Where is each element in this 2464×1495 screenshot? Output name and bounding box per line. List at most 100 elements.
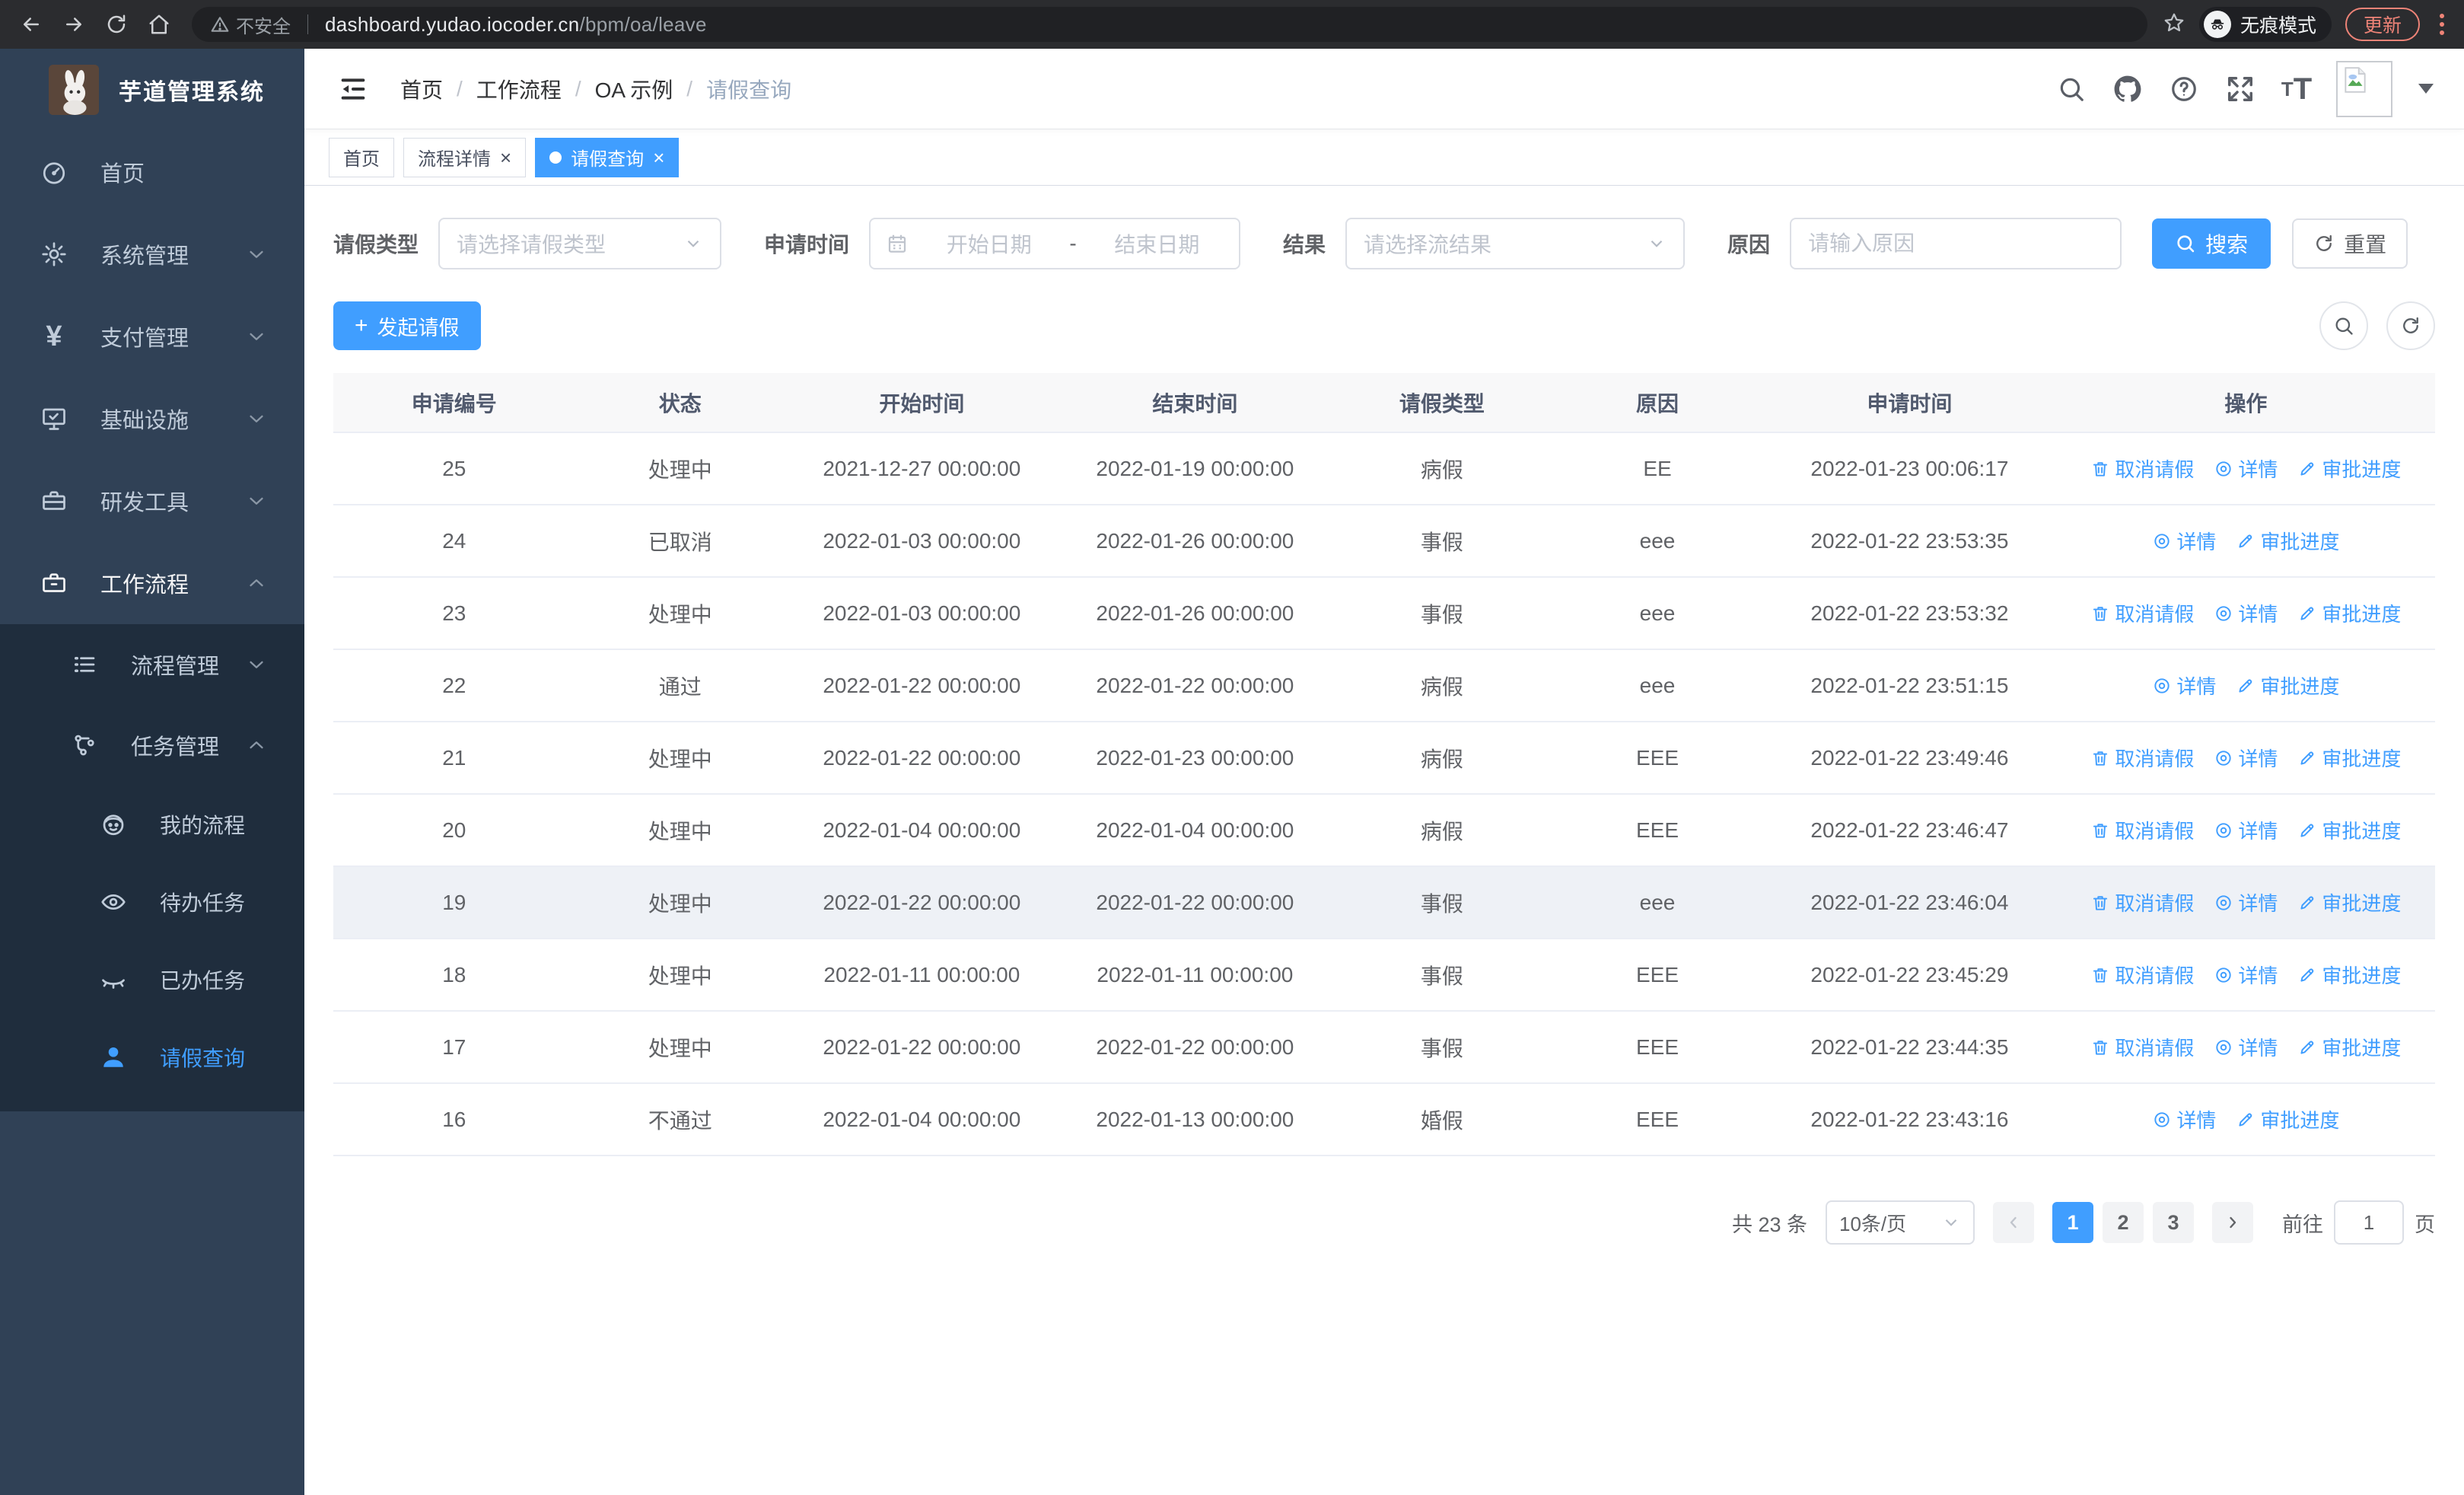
- result-label: 结果: [1283, 233, 1326, 257]
- detail-action-link[interactable]: 详情: [2214, 961, 2278, 989]
- reason-input[interactable]: [1808, 231, 2104, 256]
- sidebar-item-my-process[interactable]: 我的流程: [0, 786, 304, 863]
- detail-action-link[interactable]: 详情: [2214, 1033, 2278, 1061]
- cancel-action-link[interactable]: 取消请假: [2090, 961, 2194, 989]
- sidebar-item-system[interactable]: 系统管理: [0, 213, 304, 295]
- action-label: 审批进度: [2322, 892, 2402, 915]
- breadcrumb-item[interactable]: 首页: [400, 74, 443, 104]
- cancel-action-link[interactable]: 取消请假: [2090, 744, 2194, 772]
- sidebar-item-label: 请假查询: [160, 1047, 246, 1070]
- sidebar-item-done-task[interactable]: 已办任务: [0, 941, 304, 1018]
- progress-action-link[interactable]: 审批进度: [2297, 961, 2401, 989]
- toggle-search-button[interactable]: [2319, 301, 2368, 350]
- sidebar-toggle-icon[interactable]: [338, 72, 371, 106]
- create-leave-button[interactable]: + 发起请假: [333, 301, 481, 350]
- reset-button[interactable]: 重置: [2292, 218, 2408, 269]
- browser-forward-icon[interactable]: [56, 7, 91, 42]
- fullscreen-icon[interactable]: [2224, 72, 2257, 106]
- browser-home-icon[interactable]: [142, 7, 177, 42]
- font-size-icon[interactable]: TT: [2280, 72, 2313, 106]
- browser-update-button[interactable]: 更新: [2345, 8, 2420, 41]
- progress-action-link[interactable]: 审批进度: [2297, 1033, 2401, 1061]
- sidebar-item-workflow[interactable]: 工作流程: [0, 542, 304, 624]
- cell-type: 婚假: [1331, 1083, 1552, 1156]
- progress-action-link[interactable]: 审批进度: [2236, 527, 2339, 555]
- detail-action-link[interactable]: 详情: [2214, 888, 2278, 916]
- progress-action-link[interactable]: 审批进度: [2297, 599, 2401, 627]
- avatar-caret-icon[interactable]: [2418, 84, 2434, 94]
- next-page-button[interactable]: [2212, 1202, 2253, 1243]
- breadcrumb-item[interactable]: 工作流程: [476, 74, 562, 104]
- cell-status: 处理中: [575, 577, 785, 650]
- cell-start: 2022-01-03 00:00:00: [785, 505, 1059, 578]
- progress-action-link[interactable]: 审批进度: [2236, 671, 2339, 700]
- tab-流程详情[interactable]: 流程详情 ×: [403, 137, 527, 177]
- result-select[interactable]: 请选择流结果: [1345, 218, 1686, 269]
- column-header: 操作: [2056, 373, 2435, 433]
- action-label: 取消请假: [2115, 820, 2195, 843]
- progress-action-link[interactable]: 审批进度: [2297, 816, 2401, 844]
- security-warning[interactable]: 不安全: [210, 11, 291, 38]
- detail-action-link[interactable]: 详情: [2214, 744, 2278, 772]
- app-logo-row[interactable]: 芋道管理系统: [0, 49, 304, 131]
- cancel-action-link[interactable]: 取消请假: [2090, 599, 2194, 627]
- cell-apply_time: 2022-01-22 23:46:04: [1762, 866, 2057, 939]
- header-search-icon[interactable]: [2055, 72, 2088, 106]
- breadcrumb-item[interactable]: OA 示例: [595, 74, 673, 104]
- cell-reason: eee: [1552, 505, 1763, 578]
- browser-menu-icon[interactable]: [2434, 14, 2450, 35]
- cancel-action-link[interactable]: 取消请假: [2090, 816, 2194, 844]
- page-size-select[interactable]: 10条/页: [1826, 1200, 1975, 1245]
- sidebar-item-payment[interactable]: ¥ 支付管理: [0, 295, 304, 378]
- page-button-1[interactable]: 1: [2052, 1202, 2093, 1243]
- sidebar-item-task-mgmt[interactable]: 任务管理: [0, 705, 304, 786]
- sidebar-item-infra[interactable]: 基础设施: [0, 378, 304, 460]
- help-icon[interactable]: [2167, 72, 2201, 106]
- bookmark-star-icon[interactable]: [2163, 11, 2185, 38]
- apply-time-range[interactable]: 开始日期 - 结束日期: [869, 218, 1241, 269]
- sidebar-item-label: 我的流程: [160, 814, 246, 837]
- cell-reason: eee: [1552, 866, 1763, 939]
- cell-status: 已取消: [575, 505, 785, 578]
- tab-首页[interactable]: 首页: [329, 137, 394, 177]
- cancel-action-link[interactable]: 取消请假: [2090, 454, 2194, 483]
- cancel-action-link[interactable]: 取消请假: [2090, 888, 2194, 916]
- page-button-3[interactable]: 3: [2153, 1202, 2194, 1243]
- progress-action-link[interactable]: 审批进度: [2236, 1105, 2339, 1133]
- avatar[interactable]: [2336, 60, 2392, 117]
- progress-action-link[interactable]: 审批进度: [2297, 454, 2401, 483]
- detail-action-link[interactable]: 详情: [2214, 454, 2278, 483]
- goto-page-input[interactable]: [2334, 1200, 2404, 1245]
- sidebar-item-devtools[interactable]: 研发工具: [0, 460, 304, 542]
- leave-type-select[interactable]: 请选择请假类型: [438, 218, 722, 269]
- detail-action-link[interactable]: 详情: [2152, 527, 2216, 555]
- chevron-down-icon: [1941, 1213, 1961, 1232]
- refresh-table-button[interactable]: [2386, 301, 2435, 350]
- cell-type: 事假: [1331, 577, 1552, 650]
- page-button-2[interactable]: 2: [2103, 1202, 2144, 1243]
- progress-action-link[interactable]: 审批进度: [2297, 744, 2401, 772]
- close-icon[interactable]: ×: [653, 148, 664, 167]
- view-icon: [2152, 531, 2172, 551]
- prev-page-button[interactable]: [1993, 1202, 2034, 1243]
- progress-action-link[interactable]: 审批进度: [2297, 888, 2401, 916]
- cell-actions: 取消请假 详情 审批进度: [2056, 939, 2435, 1012]
- detail-action-link[interactable]: 详情: [2152, 1105, 2216, 1133]
- sidebar-item-leave-query[interactable]: 请假查询: [0, 1018, 304, 1096]
- address-bar[interactable]: 不安全 dashboard.yudao.iocoder.cn/bpm/oa/le…: [192, 7, 2147, 42]
- pagination-total: 共 23 条: [1731, 1213, 1807, 1236]
- close-icon[interactable]: ×: [500, 148, 511, 167]
- sidebar-item-home[interactable]: 首页: [0, 131, 304, 213]
- cancel-action-link[interactable]: 取消请假: [2090, 1033, 2194, 1061]
- detail-action-link[interactable]: 详情: [2214, 599, 2278, 627]
- tab-请假查询[interactable]: 请假查询 ×: [535, 137, 680, 177]
- search-button[interactable]: 搜索: [2152, 218, 2271, 269]
- browser-reload-icon[interactable]: [99, 7, 134, 42]
- github-icon[interactable]: [2111, 72, 2144, 106]
- detail-action-link[interactable]: 详情: [2214, 816, 2278, 844]
- cell-apply_time: 2022-01-22 23:44:35: [1762, 1011, 2057, 1084]
- sidebar-item-todo-task[interactable]: 待办任务: [0, 863, 304, 941]
- detail-action-link[interactable]: 详情: [2152, 671, 2216, 700]
- browser-back-icon[interactable]: [14, 7, 49, 42]
- sidebar-item-process-mgmt[interactable]: 流程管理: [0, 624, 304, 705]
